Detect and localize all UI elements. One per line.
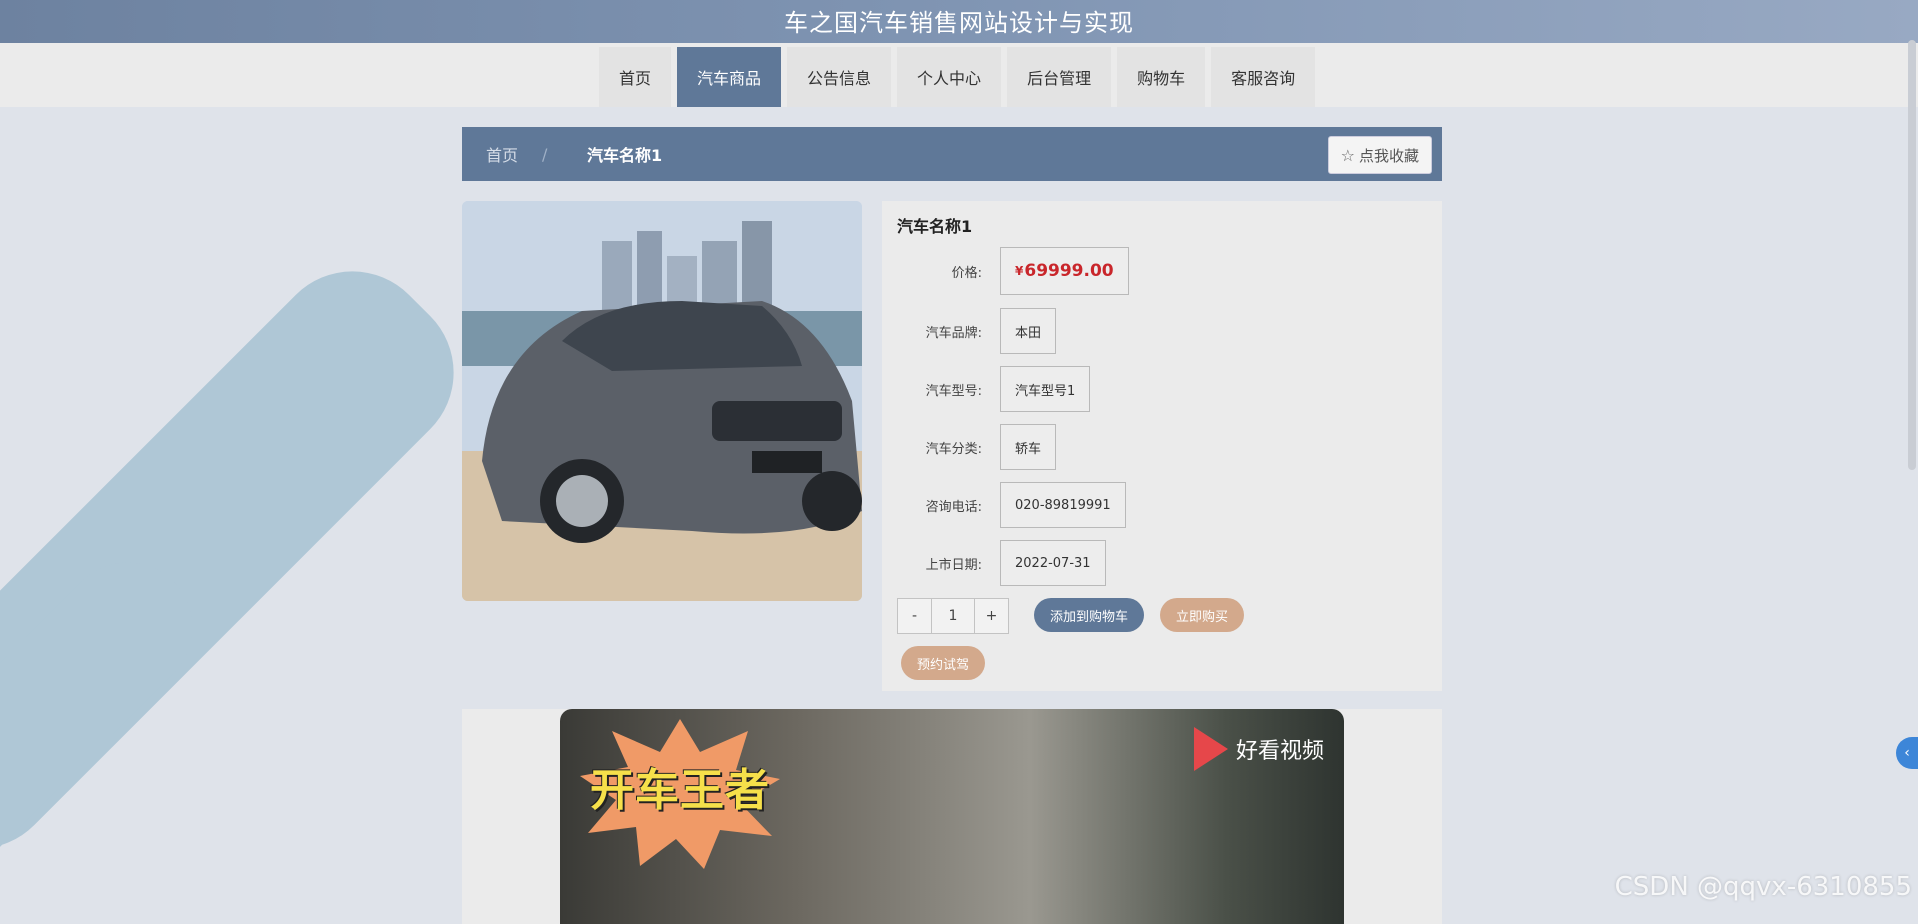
attribute-label: 上市日期: (925, 557, 982, 573)
attribute-row-model: 汽车型号: 汽车型号1 (882, 366, 1091, 412)
nav-list: 首页 汽车商品 公告信息 个人中心 后台管理 购物车 客服咨询 (599, 47, 1316, 107)
decrement-button[interactable]: - (898, 599, 931, 633)
nav-item-cars[interactable]: 汽车商品 (677, 47, 782, 107)
main-nav: 首页 汽车商品 公告信息 个人中心 后台管理 购物车 客服咨询 (0, 43, 1918, 107)
price-label: 价格: (951, 265, 982, 281)
nav-item-notices[interactable]: 公告信息 (787, 47, 892, 107)
play-icon (1193, 727, 1228, 771)
attribute-value: 本田 (1000, 308, 1057, 354)
attribute-row-phone: 咨询电话: 020-89819991 (882, 482, 1126, 528)
attribute-value: 2022-07-31 (1000, 540, 1106, 586)
product-info-panel: 汽车名称1 价格: ¥ 69999.00 汽车品牌: 本田 汽车型号: 汽车型号… (882, 201, 1442, 691)
nav-item-home[interactable]: 首页 (599, 47, 672, 107)
attribute-value: 020-89819991 (1000, 482, 1126, 528)
nav-item-profile[interactable]: 个人中心 (897, 47, 1002, 107)
attribute-row-category: 汽车分类: 轿车 (882, 424, 1057, 470)
breadcrumb-current: 汽车名称1 (587, 146, 663, 165)
attribute-label: 咨询电话: (925, 499, 982, 515)
attribute-label: 汽车型号: (925, 383, 982, 399)
favorite-button-label: 点我收藏 (1358, 146, 1419, 165)
breadcrumb-home[interactable]: 首页 (486, 127, 518, 181)
video-section: 开车王者 好看视频 (462, 709, 1442, 924)
attribute-value: 轿车 (1000, 424, 1057, 470)
increment-button[interactable]: + (975, 599, 1008, 633)
attribute-label: 汽车品牌: (925, 325, 982, 341)
video-brand-logo: 好看视频 (1193, 727, 1324, 771)
price-amount: 69999.00 (1024, 261, 1114, 281)
site-title: 车之国汽车销售网站设计与实现 (784, 9, 1134, 37)
test-drive-button[interactable]: 预约试驾 (901, 646, 986, 680)
watermark: CSDN @qqvx-6310855 (1614, 872, 1912, 902)
nav-item-cart[interactable]: 购物车 (1117, 47, 1206, 107)
attribute-row-release-date: 上市日期: 2022-07-31 (882, 540, 1106, 586)
breadcrumb: 首页 / 汽车名称1 ☆ 点我收藏 (462, 127, 1442, 181)
favorite-button[interactable]: ☆ 点我收藏 (1327, 136, 1432, 174)
buy-now-button[interactable]: 立即购买 (1160, 598, 1245, 632)
attribute-row-brand: 汽车品牌: 本田 (882, 308, 1057, 354)
price-value: ¥ 69999.00 (1000, 247, 1129, 295)
currency-symbol: ¥ (1015, 264, 1024, 278)
nav-item-admin[interactable]: 后台管理 (1007, 47, 1112, 107)
attribute-label: 汽车分类: (925, 441, 982, 457)
attribute-value: 汽车型号1 (1000, 366, 1091, 412)
star-icon: ☆ (1340, 145, 1355, 165)
nav-item-support[interactable]: 客服咨询 (1211, 47, 1316, 107)
site-header: 车之国汽车销售网站设计与实现 (0, 0, 1918, 43)
product-image (462, 201, 862, 601)
quantity-input[interactable]: 1 (931, 599, 975, 633)
price-row: 价格: ¥ 69999.00 (882, 247, 1129, 295)
video-caption: 开车王者 (590, 765, 770, 816)
video-brand: 好看视频 (1235, 739, 1324, 764)
scrollbar[interactable] (1908, 40, 1916, 470)
car-illustration (462, 201, 862, 601)
quantity-stepper: - 1 + (897, 598, 1009, 634)
product-name: 汽车名称1 (897, 217, 973, 236)
breadcrumb-separator: / (542, 144, 548, 164)
chevron-left-icon[interactable]: ‹ (1896, 737, 1918, 769)
video-player[interactable]: 开车王者 好看视频 (560, 709, 1344, 924)
add-to-cart-button[interactable]: 添加到购物车 (1034, 598, 1145, 632)
background-stripe (0, 238, 487, 882)
